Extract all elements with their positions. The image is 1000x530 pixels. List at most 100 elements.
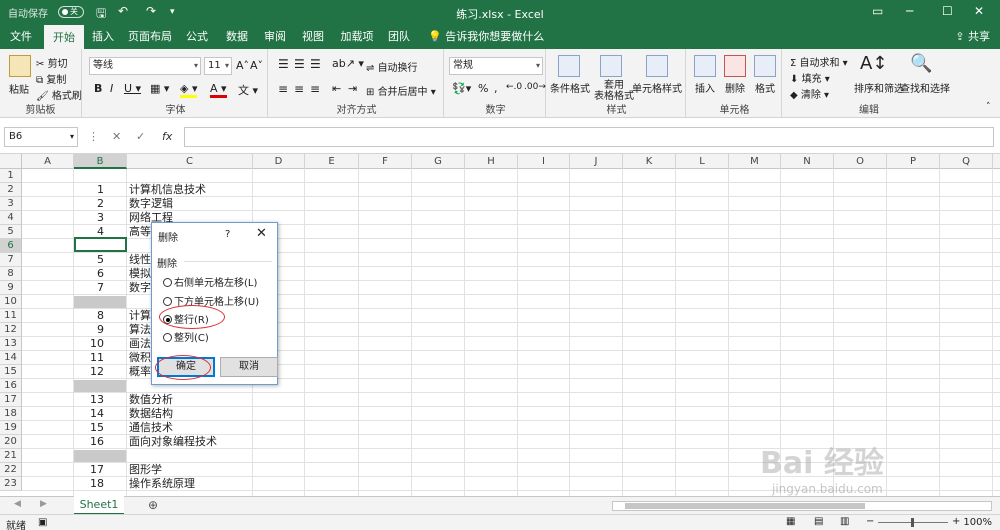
- insert-button[interactable]: 插入: [695, 80, 715, 95]
- paste-button[interactable]: 粘贴: [9, 81, 29, 96]
- row-header-13[interactable]: 13: [0, 337, 22, 351]
- cell-b2[interactable]: 1: [74, 183, 126, 197]
- cell-c11[interactable]: 计算: [129, 309, 151, 323]
- cell-b18[interactable]: 14: [74, 407, 126, 421]
- row-header-12[interactable]: 12: [0, 323, 22, 337]
- column-header-i[interactable]: I: [518, 154, 570, 169]
- wrap-text-button[interactable]: ⇌ 自动换行: [366, 59, 418, 74]
- cell-c17[interactable]: 数值分析: [129, 393, 173, 407]
- cell-b9[interactable]: 7: [74, 281, 126, 295]
- cell-b8[interactable]: 6: [74, 267, 126, 281]
- column-header-a[interactable]: A: [22, 154, 74, 169]
- cell-b22[interactable]: 17: [74, 463, 126, 477]
- cell-c9[interactable]: 数字: [129, 281, 151, 295]
- row-header-9[interactable]: 9: [0, 281, 22, 295]
- cell-b13[interactable]: 10: [74, 337, 126, 351]
- cancel-icon[interactable]: ✕: [112, 130, 121, 143]
- autosum-button[interactable]: Σ 自动求和 ▾: [790, 54, 848, 69]
- sort-filter-button[interactable]: 排序和筛选: [854, 80, 904, 95]
- column-header-l[interactable]: L: [676, 154, 729, 169]
- cut-button[interactable]: ✂ 剪切: [36, 55, 68, 70]
- table-format-icon[interactable]: [600, 55, 622, 77]
- row-header-15[interactable]: 15: [0, 365, 22, 379]
- sheet-tab-sheet1[interactable]: Sheet1: [74, 496, 124, 515]
- zoom-out-icon[interactable]: −: [866, 516, 874, 527]
- phonetic-icon[interactable]: 文 ▾: [238, 82, 258, 98]
- row-header-3[interactable]: 3: [0, 197, 22, 211]
- cell-b14[interactable]: 11: [74, 351, 126, 365]
- cell-c12[interactable]: 算法: [129, 323, 151, 337]
- enter-icon[interactable]: ✓: [136, 130, 145, 143]
- row-header-20[interactable]: 20: [0, 435, 22, 449]
- clear-button[interactable]: ◆ 清除 ▾: [790, 86, 829, 101]
- gray-filled-cell[interactable]: [74, 380, 126, 392]
- column-header-e[interactable]: E: [305, 154, 359, 169]
- row-header-8[interactable]: 8: [0, 267, 22, 281]
- tell-me-search[interactable]: 💡 告诉我你想要做什么: [428, 25, 544, 49]
- cell-styles-button[interactable]: 单元格样式: [632, 80, 682, 95]
- row-header-11[interactable]: 11: [0, 309, 22, 323]
- cell-b23[interactable]: 18: [74, 477, 126, 491]
- cell-b3[interactable]: 2: [74, 197, 126, 211]
- insert-function-icon[interactable]: fx: [162, 130, 172, 143]
- tab-review[interactable]: 审阅: [258, 25, 292, 49]
- radio-entire-column[interactable]: 整列(C): [163, 329, 209, 344]
- accounting-format-icon[interactable]: 💱▾: [452, 82, 471, 95]
- decrease-decimal-icon[interactable]: .00→: [524, 82, 546, 92]
- share-button[interactable]: ⇪ 共享: [955, 25, 990, 49]
- column-header-q[interactable]: Q: [940, 154, 993, 169]
- comma-style-icon[interactable]: ,: [494, 82, 498, 95]
- find-select-icon[interactable]: 🔍: [910, 53, 932, 74]
- conditional-format-icon[interactable]: [558, 55, 580, 77]
- insert-cells-icon[interactable]: [694, 55, 716, 77]
- column-header-k[interactable]: K: [623, 154, 676, 169]
- ribbon-display-icon[interactable]: ▭: [872, 4, 883, 18]
- name-box[interactable]: B6 ▾: [4, 127, 78, 147]
- maximize-icon[interactable]: ☐: [942, 4, 953, 18]
- row-header-6[interactable]: 6: [0, 239, 22, 253]
- cell-c14[interactable]: 微积: [129, 351, 151, 365]
- cell-b15[interactable]: 12: [74, 365, 126, 379]
- close-icon[interactable]: ✕: [974, 4, 984, 18]
- column-header-p[interactable]: P: [887, 154, 940, 169]
- sort-filter-icon[interactable]: A↕: [860, 53, 887, 74]
- row-header-4[interactable]: 4: [0, 211, 22, 225]
- column-header-d[interactable]: D: [253, 154, 305, 169]
- shrink-font-icon[interactable]: A˅: [250, 59, 263, 72]
- decrease-indent-icon[interactable]: ⇤: [332, 82, 341, 95]
- row-header-17[interactable]: 17: [0, 393, 22, 407]
- row-header-18[interactable]: 18: [0, 407, 22, 421]
- column-header-f[interactable]: F: [359, 154, 412, 169]
- next-sheet-icon[interactable]: ▶: [40, 499, 47, 509]
- top-align-icon[interactable]: ☰: [278, 57, 289, 71]
- cell-b4[interactable]: 3: [74, 211, 126, 225]
- row-header-14[interactable]: 14: [0, 351, 22, 365]
- macro-record-icon[interactable]: ▣: [38, 517, 47, 528]
- borders-icon[interactable]: ▦ ▾: [150, 82, 169, 95]
- cell-c19[interactable]: 通信技术: [129, 421, 173, 435]
- tab-addins[interactable]: 加载项: [336, 25, 378, 49]
- add-sheet-icon[interactable]: ⊕: [148, 498, 158, 512]
- zoom-slider[interactable]: [878, 518, 948, 527]
- cell-c7[interactable]: 线性: [129, 253, 151, 267]
- delete-cells-icon[interactable]: [724, 55, 746, 77]
- minimize-icon[interactable]: ─: [906, 4, 913, 18]
- row-header-5[interactable]: 5: [0, 225, 22, 239]
- prev-sheet-icon[interactable]: ◀: [14, 499, 21, 509]
- format-cells-icon[interactable]: [754, 55, 776, 77]
- delete-button[interactable]: 删除: [725, 80, 745, 95]
- increase-decimal-icon[interactable]: ←.0: [506, 82, 522, 92]
- row-header-21[interactable]: 21: [0, 449, 22, 463]
- find-select-button[interactable]: 查找和选择: [900, 80, 950, 95]
- column-header-n[interactable]: N: [781, 154, 834, 169]
- tab-file[interactable]: 文件: [0, 25, 42, 49]
- dialog-close-icon[interactable]: ✕: [256, 226, 267, 241]
- tab-page-layout[interactable]: 页面布局: [124, 25, 176, 49]
- cell-b12[interactable]: 9: [74, 323, 126, 337]
- cell-c23[interactable]: 操作系统原理: [129, 477, 195, 491]
- cell-c20[interactable]: 面向对象编程技术: [129, 435, 217, 449]
- underline-icon[interactable]: U ▾: [124, 82, 141, 95]
- row-header-7[interactable]: 7: [0, 253, 22, 267]
- formula-input[interactable]: [184, 127, 994, 147]
- format-painter-button[interactable]: 🖌 格式刷: [36, 87, 82, 102]
